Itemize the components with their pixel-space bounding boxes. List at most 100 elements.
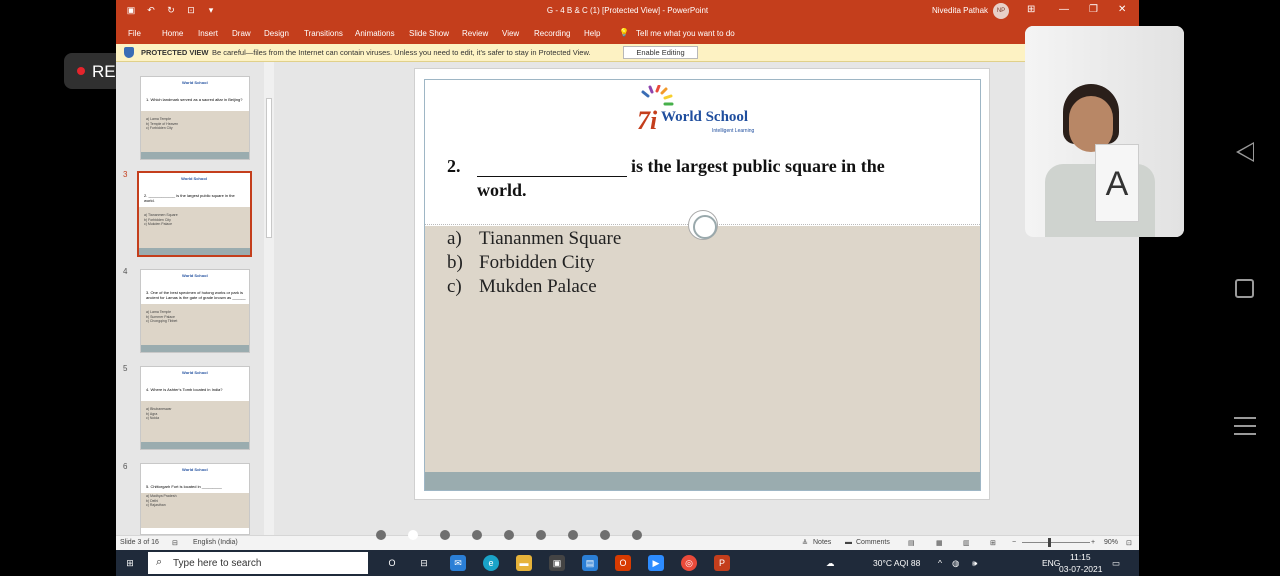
- zoom-out-icon[interactable]: −: [1012, 539, 1016, 546]
- comments-button[interactable]: Comments: [856, 539, 890, 546]
- clock-time[interactable]: 11:15: [1070, 552, 1091, 562]
- tab-design[interactable]: Design: [264, 29, 289, 38]
- tray-chevron-icon[interactable]: ^: [938, 558, 942, 568]
- mail-icon[interactable]: ✉: [450, 555, 466, 571]
- zoom-level[interactable]: 90%: [1104, 539, 1118, 546]
- question-number: 2.: [447, 156, 461, 176]
- close-icon[interactable]: ✕: [1118, 4, 1126, 15]
- home-icon[interactable]: [1235, 279, 1254, 298]
- file-explorer-icon[interactable]: ▬: [516, 555, 532, 571]
- page-dot-active[interactable]: [408, 530, 418, 540]
- office-icon[interactable]: O: [615, 555, 631, 571]
- thumbnail-slide-5[interactable]: World School 4. Where is Ashter's Tomb l…: [140, 366, 250, 450]
- tab-file[interactable]: File: [128, 29, 141, 38]
- network-icon[interactable]: ◍: [952, 558, 959, 569]
- tab-slide-show[interactable]: Slide Show: [409, 29, 449, 38]
- tell-me-search[interactable]: Tell me what you want to do: [636, 29, 735, 38]
- tab-insert[interactable]: Insert: [198, 29, 218, 38]
- android-nav-bar: [1212, 0, 1280, 576]
- language-indicator[interactable]: English (India): [193, 539, 238, 546]
- thumbnail-slide-3[interactable]: World School 2. ____________ is the larg…: [137, 171, 252, 257]
- tab-transitions[interactable]: Transitions: [304, 29, 343, 38]
- enable-editing-button[interactable]: Enable Editing: [623, 46, 698, 59]
- ribbon-tabs: File Home Insert Draw Design Transitions…: [116, 22, 1139, 44]
- thumbnail-options: a) Lama Temple b) Temple of Heaven c) Fo…: [146, 117, 179, 130]
- reading-view-icon[interactable]: ▥: [963, 539, 970, 547]
- slide-sorter-icon[interactable]: ▦: [936, 539, 943, 547]
- zoom-slider[interactable]: [1022, 542, 1090, 543]
- thumbnail-slide-6[interactable]: World School 5. Chittorgarh Fort is loca…: [140, 463, 250, 535]
- task-view-icon[interactable]: ⊟: [416, 555, 432, 571]
- ribbon-display-icon[interactable]: ⊞: [1027, 4, 1035, 15]
- tab-draw[interactable]: Draw: [232, 29, 251, 38]
- lightbulb-icon: 💡: [619, 28, 629, 37]
- avatar[interactable]: NP: [993, 3, 1009, 19]
- normal-view-icon[interactable]: ▤: [908, 539, 915, 547]
- thumbnail-logo: World School: [182, 80, 208, 85]
- page-dot[interactable]: [504, 530, 514, 540]
- back-icon[interactable]: [1236, 142, 1254, 162]
- slide-counter: Slide 3 of 16: [120, 539, 159, 546]
- slideshow-view-icon[interactable]: ⊞: [990, 539, 996, 547]
- tab-home[interactable]: Home: [162, 29, 183, 38]
- protected-view-message: Be careful—files from the Internet can c…: [212, 48, 591, 57]
- minimize-icon[interactable]: —: [1059, 4, 1069, 15]
- edge-icon[interactable]: e: [483, 555, 499, 571]
- thumbnail-slide-2[interactable]: World School 1. Which landmark served as…: [140, 76, 250, 160]
- protected-view-bar: PROTECTED VIEW Be careful—files from the…: [116, 44, 1139, 62]
- zoom-app-icon[interactable]: ▶: [648, 555, 664, 571]
- tab-review[interactable]: Review: [462, 29, 488, 38]
- tab-view[interactable]: View: [502, 29, 519, 38]
- cortana-icon[interactable]: O: [384, 555, 400, 571]
- notes-icon[interactable]: ≜: [802, 539, 808, 547]
- thumbnail-question: 1. Which landmark served as a sacred alt…: [146, 97, 243, 102]
- page-dot[interactable]: [440, 530, 450, 540]
- page-dot[interactable]: [600, 530, 610, 540]
- comments-icon[interactable]: ▬: [845, 539, 852, 546]
- page-dot[interactable]: [376, 530, 386, 540]
- thumbnail-scrollbar[interactable]: [264, 62, 274, 535]
- windows-start-icon[interactable]: ⊞: [122, 555, 138, 571]
- slide-handle-icon: [688, 210, 718, 240]
- zoom-in-icon[interactable]: +: [1091, 539, 1095, 546]
- slide[interactable]: 7i World School Intelligent Learning 2. …: [414, 68, 990, 500]
- user-name[interactable]: Nivedita Pathak: [932, 6, 988, 15]
- thumbnail-question: 2. ____________ is the largest public sq…: [144, 193, 235, 203]
- page-dot[interactable]: [568, 530, 578, 540]
- menu-icon[interactable]: [1234, 417, 1256, 441]
- volume-icon[interactable]: 🕪: [972, 558, 977, 569]
- fit-slide-icon[interactable]: ⊡: [1126, 539, 1132, 547]
- weather-status[interactable]: 30°C AQI 88: [873, 558, 920, 568]
- page-dot[interactable]: [536, 530, 546, 540]
- powerpoint-icon[interactable]: P: [714, 555, 730, 571]
- tab-recording[interactable]: Recording: [534, 29, 570, 38]
- notification-icon[interactable]: ▭: [1112, 558, 1120, 569]
- tab-help[interactable]: Help: [584, 29, 600, 38]
- input-language[interactable]: ENG: [1042, 558, 1060, 568]
- restore-icon[interactable]: ❐: [1089, 4, 1098, 15]
- slide-frame: 7i World School Intelligent Learning 2. …: [424, 79, 981, 491]
- thumbnail-question: 5. Chittorgarh Fort is located in ______…: [146, 484, 222, 489]
- page-dot[interactable]: [472, 530, 482, 540]
- page-dot[interactable]: [632, 530, 642, 540]
- thumbnail-slide-4[interactable]: World School 3. One of the best specimen…: [140, 269, 250, 353]
- spellcheck-icon[interactable]: ⊟: [172, 539, 178, 547]
- scrollbar-thumb[interactable]: [266, 98, 272, 238]
- weather-icon[interactable]: ☁: [826, 558, 835, 569]
- thumbnail-options: a) Madhya Pradesh b) Delhi c) Rajasthan: [146, 494, 177, 507]
- option-b: b) Forbidden City: [447, 252, 595, 273]
- webcam-overlay: A: [1025, 26, 1184, 237]
- answer-blank: [477, 176, 627, 177]
- clock-date[interactable]: 03-07-2021: [1059, 564, 1102, 574]
- logo-tagline: Intelligent Learning: [712, 128, 755, 134]
- tab-animations[interactable]: Animations: [355, 29, 395, 38]
- screen: REC ▣ ↶ ↻ ⊡ ▾ G - 4 B & C (1) [Protected…: [0, 0, 1280, 576]
- chrome-icon[interactable]: ◎: [681, 555, 697, 571]
- notes-button[interactable]: Notes: [813, 539, 831, 546]
- shield-icon: [124, 47, 134, 58]
- store-icon[interactable]: ▣: [549, 555, 565, 571]
- taskbar-search[interactable]: ⌕ Type here to search: [148, 552, 368, 574]
- zoom-slider-thumb[interactable]: [1048, 538, 1051, 547]
- thumbnail-logo: World School: [181, 176, 207, 181]
- app-icon[interactable]: ▤: [582, 555, 598, 571]
